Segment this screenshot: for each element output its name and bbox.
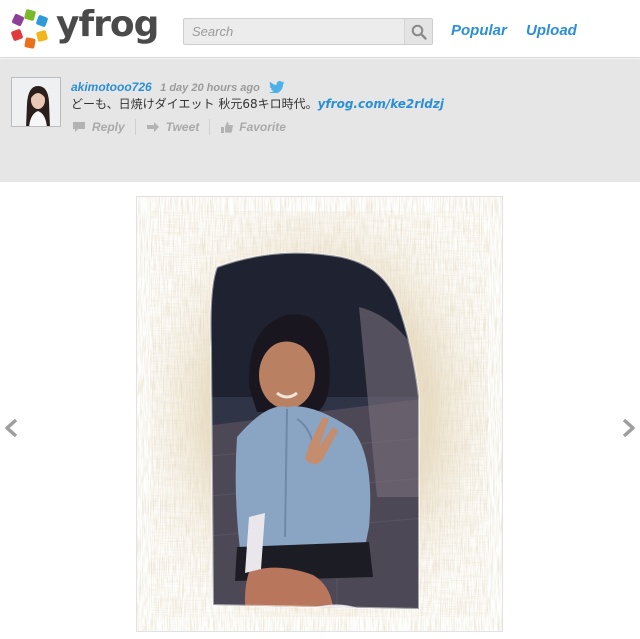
yfrog-logo-icon[interactable]: [10, 9, 50, 49]
search-button[interactable]: [404, 19, 432, 44]
nav-popular-link[interactable]: Popular: [451, 22, 507, 39]
favorite-button[interactable]: Favorite: [220, 120, 286, 134]
favorite-label: Favorite: [239, 120, 286, 134]
nav-upload-link[interactable]: Upload: [526, 22, 577, 39]
photo-image: [151, 211, 488, 617]
tweet-timestamp: 1 day 20 hours ago: [160, 82, 260, 94]
username-link[interactable]: akimotooo726: [71, 80, 152, 94]
search-box: [183, 18, 433, 45]
search-input[interactable]: [184, 19, 404, 44]
tweet-photo-link[interactable]: yfrog.com/ke2rldzj: [318, 97, 444, 111]
reply-label: Reply: [92, 120, 125, 134]
tweet-meta: akimotooo726 1 day 20 hours ago: [71, 78, 285, 94]
twitter-bird-icon[interactable]: [269, 81, 285, 93]
retweet-label: Tweet: [165, 120, 200, 134]
tweet-text: どーも、日焼けダイエット 秋元68キロ時代。yfrog.com/ke2rldzj: [71, 95, 444, 112]
tweet-actions: Reply Tweet Favorite: [72, 119, 286, 135]
retweet-button[interactable]: Tweet: [146, 120, 200, 134]
action-divider: [209, 119, 211, 135]
tweet-body: どーも、日焼けダイエット 秋元68キロ時代。: [71, 97, 318, 111]
reply-button[interactable]: Reply: [72, 120, 125, 134]
avatar-image: [12, 78, 60, 126]
favorite-icon: [221, 121, 234, 133]
tweet-panel: akimotooo726 1 day 20 hours ago どーも、日焼けダ…: [0, 59, 640, 182]
photo-frame[interactable]: [136, 196, 503, 632]
photo-viewer: [0, 182, 640, 639]
avatar[interactable]: [11, 77, 61, 127]
chevron-right-icon[interactable]: [618, 418, 638, 438]
chevron-left-icon[interactable]: [2, 418, 22, 438]
retweet-icon: [146, 122, 159, 132]
top-bar: yfrog Popular Upload: [0, 0, 640, 58]
action-divider: [134, 119, 136, 135]
reply-icon: [73, 122, 85, 132]
logo-text[interactable]: yfrog: [56, 4, 159, 45]
search-icon: [411, 24, 427, 40]
